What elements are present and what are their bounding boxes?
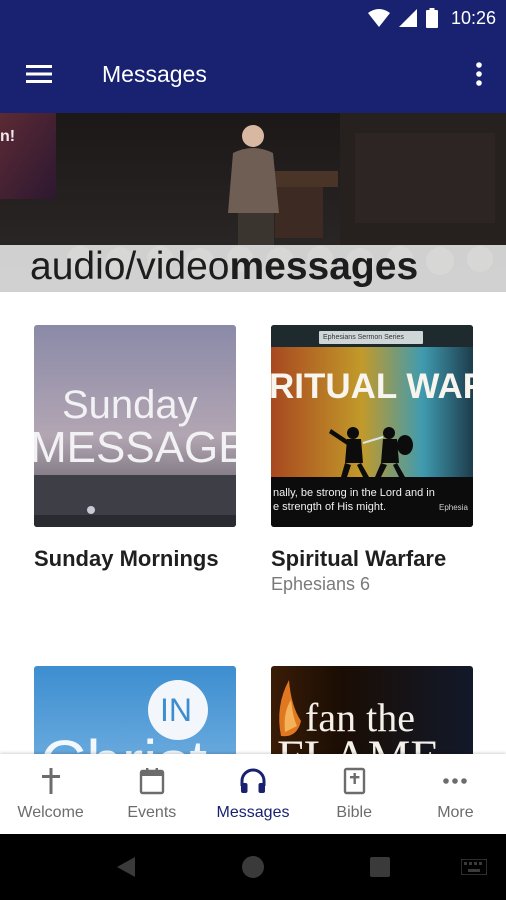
system-navigation-bar xyxy=(0,834,506,900)
tab-welcome[interactable]: Welcome xyxy=(0,754,101,834)
cell-signal-icon xyxy=(398,9,417,27)
thumb-word: Christ xyxy=(40,726,207,754)
menu-button[interactable] xyxy=(24,62,54,86)
cross-icon xyxy=(41,768,60,794)
thumb-line2: FLAME xyxy=(277,730,440,754)
tab-label: More xyxy=(437,804,474,821)
card-subtitle: Ephesians 6 xyxy=(271,574,371,594)
overflow-menu-button[interactable] xyxy=(472,60,486,88)
card-spiritual-warfare[interactable]: Ephesians Sermon Series RITUAL WARFA nal… xyxy=(271,325,473,595)
thumb-ref: Ephesia xyxy=(439,503,468,512)
hero-caption-text: audio/videomessages xyxy=(30,243,418,290)
card-sunday-mornings[interactable]: Sunday MESSAGES Sunday Mornings xyxy=(34,325,236,573)
card-thumbnail: IN Christ xyxy=(34,666,236,754)
more-vert-icon xyxy=(476,62,482,86)
home-icon[interactable] xyxy=(241,855,265,879)
hero-caption-part1: audio/video xyxy=(30,245,230,288)
hero-banner-fragment: n! xyxy=(0,128,15,145)
thumb-line1: Sunday xyxy=(62,383,198,427)
card-in-christ[interactable]: IN Christ xyxy=(34,666,236,754)
hamburger-icon xyxy=(26,65,52,83)
messages-grid: Sunday MESSAGES Sunday Mornings xyxy=(0,292,506,754)
bible-icon xyxy=(344,767,366,795)
tab-label: Events xyxy=(127,804,177,821)
tab-events[interactable]: Events xyxy=(101,754,202,834)
tab-label: Welcome xyxy=(17,804,84,821)
thumb-badge: IN xyxy=(160,692,192,728)
thumb-verse-line1: nally, be strong in the Lord and in xyxy=(273,487,435,499)
tab-messages[interactable]: Messages xyxy=(202,754,303,834)
thumb-series-label: Ephesians Sermon Series xyxy=(323,334,404,341)
hero-caption: audio/videomessages xyxy=(0,245,506,292)
tab-label: Messages xyxy=(216,804,290,821)
bottom-navigation: Welcome Events Messages Bible More xyxy=(0,754,506,834)
status-time: 10:26 xyxy=(450,7,496,28)
card-fan-the-flame[interactable]: fan the FLAME xyxy=(271,666,473,754)
tab-label: Bible xyxy=(336,804,372,821)
recents-icon[interactable] xyxy=(369,856,391,878)
status-icons: 10:26 xyxy=(367,7,496,29)
page-title: Messages xyxy=(102,61,207,87)
tab-bible[interactable]: Bible xyxy=(304,754,405,834)
hero-caption-part2: messages xyxy=(229,245,419,288)
more-dots-icon xyxy=(443,778,468,784)
app-bar: Messages xyxy=(0,36,506,113)
thumb-line2: MESSAGES xyxy=(34,423,236,472)
card-thumbnail: Sunday MESSAGES xyxy=(34,325,236,527)
hero-banner: n! audio/videomessages xyxy=(0,113,506,292)
card-title: Sunday Mornings xyxy=(34,546,219,571)
back-icon[interactable] xyxy=(115,855,137,879)
thumb-verse-line2: e strength of His might. xyxy=(273,501,387,513)
wifi-icon xyxy=(367,9,390,27)
calendar-icon xyxy=(139,768,164,795)
keyboard-icon[interactable] xyxy=(461,859,487,875)
headphones-icon xyxy=(240,768,266,793)
card-thumbnail: Ephesians Sermon Series RITUAL WARFA nal… xyxy=(271,325,473,527)
thumb-heading: RITUAL WARFA xyxy=(271,367,473,406)
battery-icon xyxy=(425,8,438,28)
status-bar: 10:26 xyxy=(0,0,506,36)
card-title: Spiritual Warfare xyxy=(271,546,447,571)
tab-more[interactable]: More xyxy=(405,754,506,834)
card-thumbnail: fan the FLAME xyxy=(271,666,473,754)
